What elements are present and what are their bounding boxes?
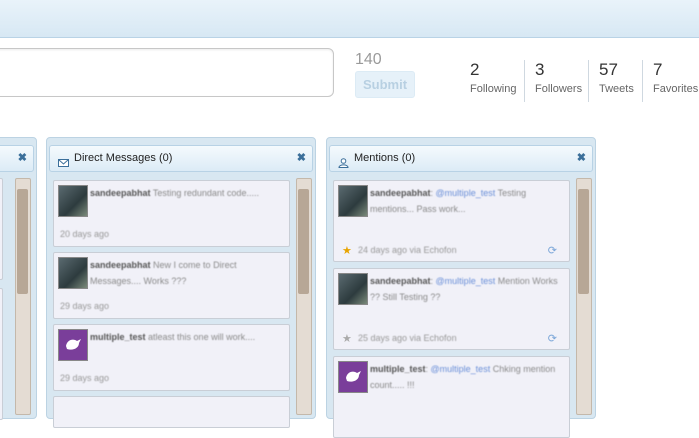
bird-icon xyxy=(66,339,81,350)
scrollbar[interactable] xyxy=(15,178,31,415)
message-item[interactable] xyxy=(53,396,290,428)
retweet-icon[interactable]: ⟳ xyxy=(548,332,557,345)
column-header: Mentions (0) ✖ xyxy=(329,145,593,172)
list-item xyxy=(0,288,3,420)
submit-button[interactable]: Submit xyxy=(355,71,415,98)
stat-tweets[interactable]: 57 Tweets xyxy=(588,60,634,102)
stat-following-count: 2 xyxy=(470,60,480,79)
envelope-icon xyxy=(58,153,69,167)
column-title: Mentions (0) xyxy=(354,152,416,164)
tweet-reply-link[interactable]: @multiple_test xyxy=(431,364,491,374)
scrollbar-thumb[interactable] xyxy=(17,189,28,294)
column-header: Direct Messages (0) ✖ xyxy=(49,145,313,172)
avatar[interactable] xyxy=(58,329,88,361)
star-icon[interactable]: ★ xyxy=(342,244,352,257)
stat-followers-count: 3 xyxy=(535,60,545,79)
character-counter: 140 xyxy=(355,51,382,68)
message-user[interactable]: multiple_test xyxy=(90,332,146,342)
tweet-text: sandeepabhat: @multiple_test Testing men… xyxy=(370,188,527,214)
message-body: atleast this one will work.... xyxy=(148,332,256,342)
column-title: Direct Messages (0) xyxy=(74,152,173,164)
tweet-text: sandeepabhat: @multiple_test Mention Wor… xyxy=(370,276,558,302)
user-icon xyxy=(338,153,349,168)
close-icon[interactable]: ✖ xyxy=(577,146,586,171)
message-user[interactable]: sandeepabhat xyxy=(90,260,151,270)
partial-column-header: ✖ xyxy=(0,145,34,172)
tweet-item[interactable]: sandeepabhat: @multiple_test Testing men… xyxy=(333,180,570,262)
scrollbar[interactable] xyxy=(576,178,592,415)
avatar[interactable] xyxy=(338,361,368,393)
message-user[interactable]: sandeepabhat xyxy=(90,188,151,198)
stat-favorites-label: Favorites xyxy=(653,83,699,95)
message-time: 29 days ago xyxy=(60,301,110,311)
tweet-user[interactable]: sandeepabhat xyxy=(370,276,431,286)
message-body: Testing redundant code..... xyxy=(152,188,259,198)
stat-following[interactable]: 2 Following xyxy=(470,60,516,102)
avatar[interactable] xyxy=(338,273,368,305)
scrollbar-thumb[interactable] xyxy=(578,189,589,294)
message-item[interactable]: multiple_test atleast this one will work… xyxy=(53,324,290,391)
stat-following-label: Following xyxy=(470,83,517,95)
partial-column-left: ✖ xyxy=(0,137,37,420)
tweet-user[interactable]: multiple_test xyxy=(370,364,426,374)
retweet-icon[interactable]: ⟳ xyxy=(548,244,557,257)
tweet-text: multiple_test: @multiple_test Chking men… xyxy=(370,364,556,390)
tweet-meta: 25 days ago via Echofon xyxy=(358,333,457,343)
stat-tweets-count: 57 xyxy=(599,60,618,79)
avatar[interactable] xyxy=(58,257,88,289)
message-item[interactable]: sandeepabhat New I come to Direct Messag… xyxy=(53,252,290,319)
message-text: multiple_test atleast this one will work… xyxy=(90,329,283,345)
mentions-column: Mentions (0) ✖ sandeepabhat: @multiple_t… xyxy=(326,137,596,438)
message-text: sandeepabhat New I come to Direct Messag… xyxy=(90,257,283,289)
tweet-compose-input[interactable] xyxy=(0,48,334,97)
message-text: sandeepabhat Testing redundant code..... xyxy=(90,185,283,201)
stat-followers-label: Followers xyxy=(535,83,583,95)
direct-messages-column: Direct Messages (0) ✖ sandeepabhat Testi… xyxy=(46,137,316,428)
tweet-reply-link[interactable]: @multiple_test xyxy=(436,276,496,286)
message-item[interactable]: sandeepabhat Testing redundant code.....… xyxy=(53,180,290,247)
stat-favorites[interactable]: 7 Favorites xyxy=(642,60,698,102)
list-item xyxy=(0,178,3,280)
stat-favorites-count: 7 xyxy=(653,60,663,79)
stat-followers[interactable]: 3 Followers xyxy=(524,60,582,102)
tweet-item[interactable]: sandeepabhat: @multiple_test Mention Wor… xyxy=(333,268,570,350)
top-navigation-bar xyxy=(0,0,699,38)
star-icon[interactable]: ★ xyxy=(342,332,352,345)
bird-icon xyxy=(346,371,361,382)
scrollbar-thumb[interactable] xyxy=(298,189,309,294)
message-time: 20 days ago xyxy=(60,229,110,239)
scrollbar[interactable] xyxy=(296,178,312,415)
close-icon[interactable]: ✖ xyxy=(18,146,27,171)
avatar[interactable] xyxy=(338,185,368,217)
tweet-reply-link[interactable]: @multiple_test xyxy=(436,188,496,198)
tweet-meta: 24 days ago via Echofon xyxy=(358,245,457,255)
avatar[interactable] xyxy=(58,185,88,217)
tweet-user[interactable]: sandeepabhat xyxy=(370,188,431,198)
tweet-item[interactable]: multiple_test: @multiple_test Chking men… xyxy=(333,356,570,438)
stat-tweets-label: Tweets xyxy=(599,83,634,95)
close-icon[interactable]: ✖ xyxy=(297,146,306,171)
message-time: 29 days ago xyxy=(60,373,110,383)
